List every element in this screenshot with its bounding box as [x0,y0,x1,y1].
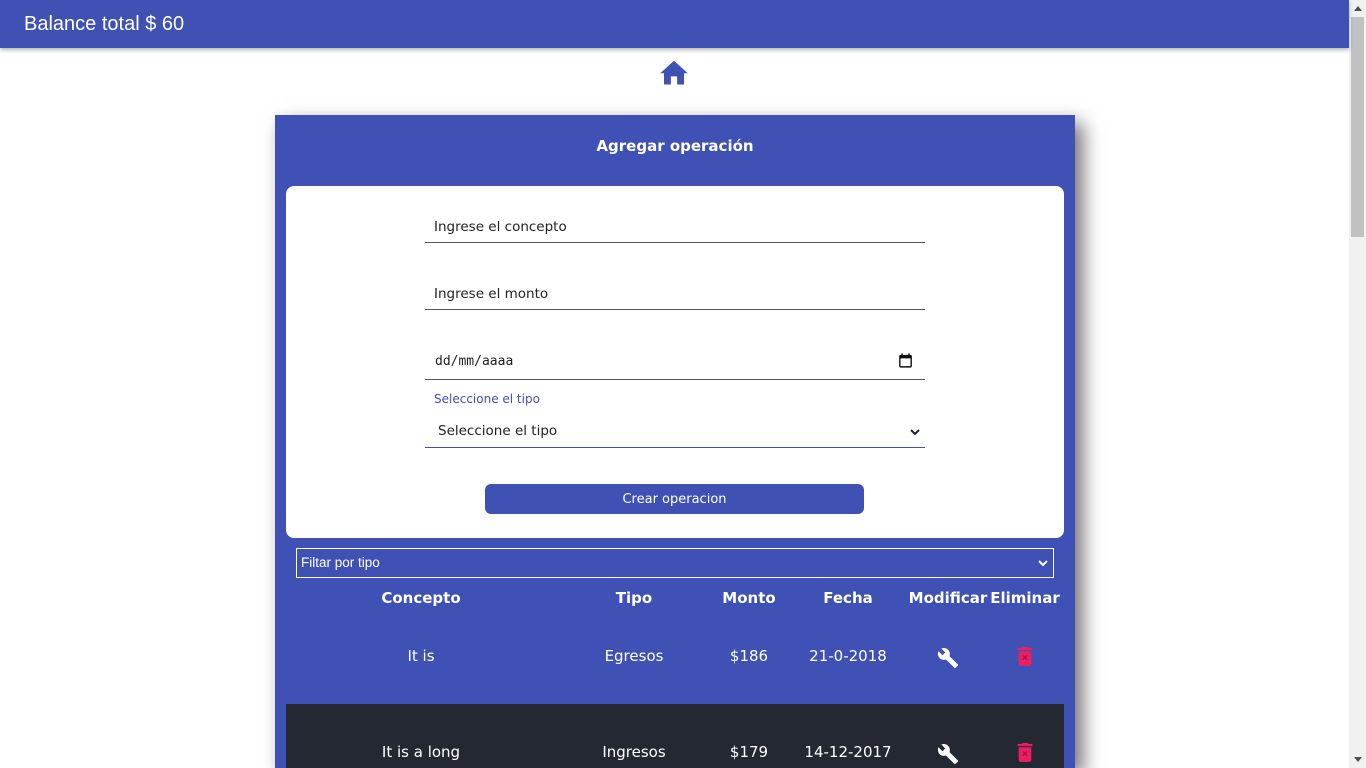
filter-type-select[interactable]: Filtar por tipo [296,548,1054,578]
table-row: It is a long Ingresos $179 14-12-2017 [286,704,1064,768]
operation-form: dd/mm/aaaa Seleccione el tipo Seleccione… [286,186,1064,538]
header-eliminar: Eliminar [990,589,1060,607]
balance-title: Balance total $ 60 [24,12,185,35]
header-monto: Monto [722,589,776,607]
home-icon [660,60,688,85]
header-concepto: Concepto [381,589,461,607]
header-tipo: Tipo [615,589,653,607]
concept-field [425,212,925,243]
modify-button[interactable] [908,647,988,673]
app-bar: Balance total $ 60 [0,0,1349,48]
delete-button[interactable] [990,647,1060,670]
operations-card: Agregar operación dd/mm/aaaa Seleccione … [275,115,1075,768]
cell-tipo: Ingresos [602,743,666,761]
amount-input[interactable] [425,279,925,309]
cell-monto: $186 [729,647,769,665]
delete-button[interactable] [990,743,1060,766]
table-row: It is Egresos $186 21-0-2018 [286,615,1064,703]
chevron-down-icon [909,425,921,443]
amount-field [425,279,925,310]
type-label: Seleccione el tipo [434,392,540,406]
home-button[interactable] [658,56,690,88]
scroll-up-arrow[interactable] [1349,0,1366,17]
trash-icon [1017,743,1033,766]
header-fecha: Fecha [823,589,873,607]
cell-concepto: It is [407,647,435,665]
cell-monto: $179 [729,743,769,761]
create-operation-button[interactable]: Crear operacion [485,484,864,514]
trash-icon [1017,647,1033,670]
cell-concepto: It is a long [381,743,461,761]
cell-fecha: 21-0-2018 [809,647,887,665]
chevron-down-icon [1037,557,1049,572]
concept-input[interactable] [425,212,925,242]
table-header: Concepto Tipo Monto Fecha Modificar Elim… [275,589,1075,609]
filter-select-value: Filtar por tipo [301,555,380,570]
type-select[interactable]: Seleccione el tipo [425,416,925,448]
modify-button[interactable] [908,743,988,768]
header-modificar: Modificar [908,589,988,607]
scroll-down-arrow[interactable] [1349,751,1366,768]
wrench-icon [937,647,959,673]
wrench-icon [937,743,959,768]
page-scrollbar[interactable] [1349,0,1366,768]
card-title: Agregar operación [596,137,754,155]
scroll-thumb[interactable] [1351,17,1364,237]
date-placeholder: dd/mm/aaaa [435,354,514,369]
date-input[interactable]: dd/mm/aaaa [425,346,925,380]
cell-tipo: Egresos [604,647,664,665]
type-select-value: Seleccione el tipo [438,423,558,439]
calendar-icon[interactable] [897,352,914,374]
cell-fecha: 14-12-2017 [804,743,892,761]
